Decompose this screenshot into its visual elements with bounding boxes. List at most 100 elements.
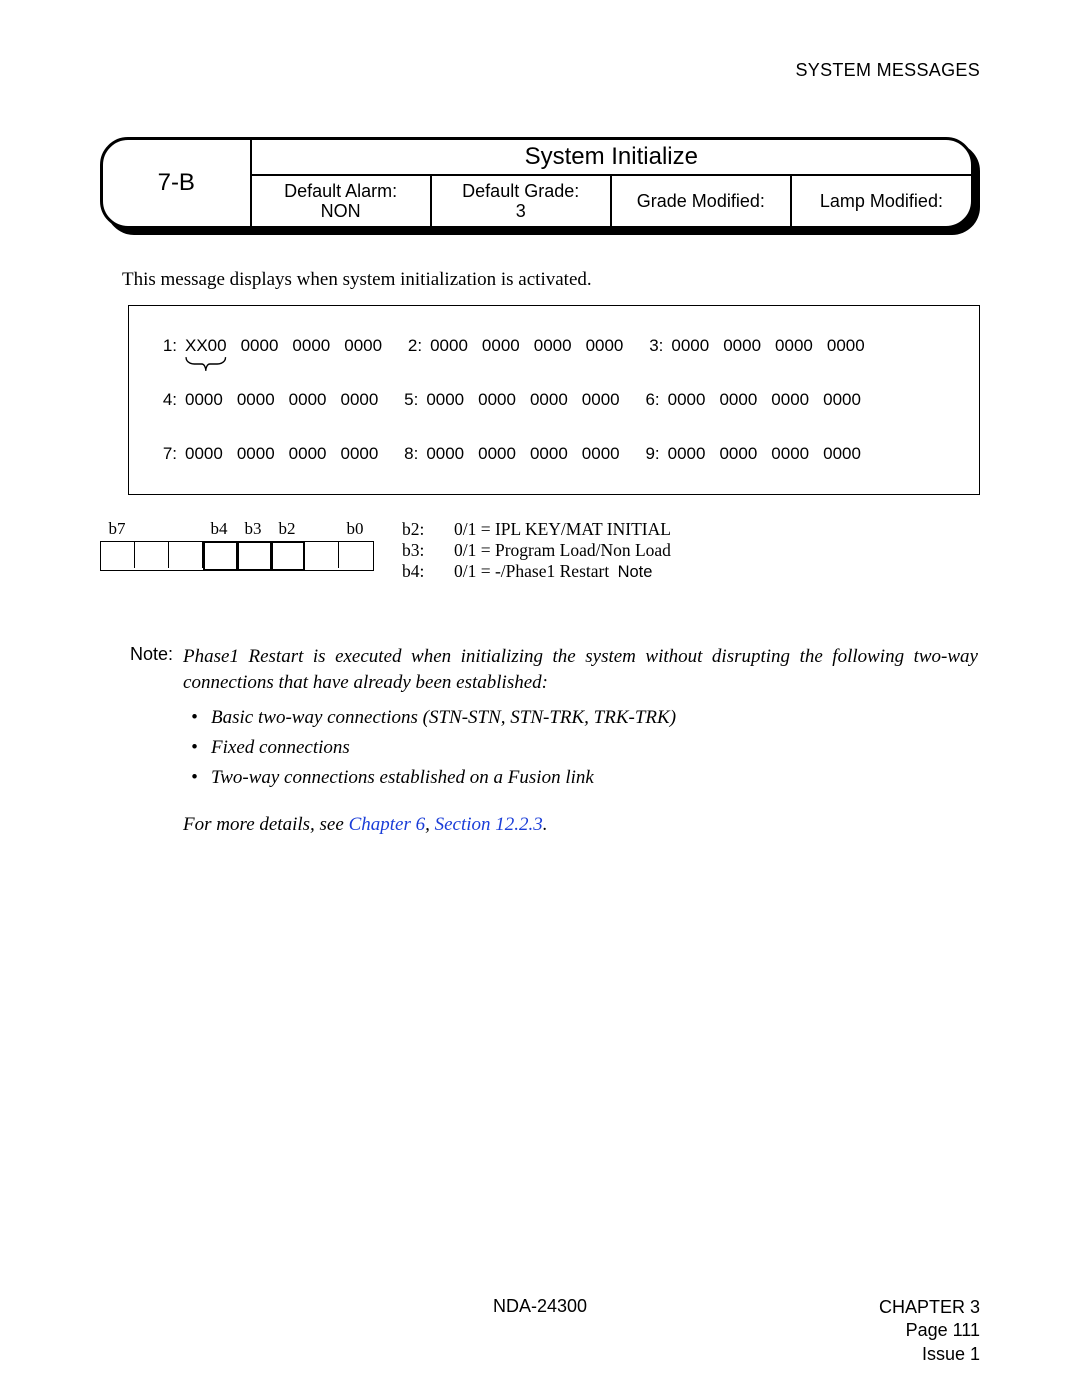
dump-group: 4: 0000 0000 0000 0000 [151,390,392,410]
note-bullets: Basic two-way connections (STN-STN, STN-… [183,705,978,790]
dump-word: 0000 [478,390,516,410]
dump-word: 0000 [185,390,223,410]
note-bullet: Fixed connections [211,735,978,761]
bit-label: b7 [100,519,134,539]
dump-word: 0000 [582,444,620,464]
bit-desc-value-text: 0/1 = -/Phase1 Restart [454,561,609,581]
data-dump: 1: XX00 0000 0000 0000 2: 0000 0000 000 [128,305,980,495]
dump-word: 0000 [426,444,464,464]
bit-cell [305,542,339,568]
note-tag: Note: [100,644,173,838]
dump-word: 0000 [827,336,865,356]
link-chapter[interactable]: Chapter 6 [349,814,426,835]
footer-right: CHAPTER 3 Page 111 Issue 1 [879,1296,980,1366]
bit-label [304,519,338,539]
bit-cell [101,542,135,568]
dump-word: 0000 [241,336,279,356]
seealso-sep: , [425,814,435,835]
dump-word: 0000 [344,336,382,356]
dump-index: 6: [634,390,660,410]
dump-row: 4: 0000 0000 0000 0000 5: 0000 0000 0000… [151,390,957,410]
seealso-pre: For more details, see [183,814,349,835]
bit-label: b0 [338,519,372,539]
card-cell-grade-modified: Grade Modified: [611,175,791,226]
card-face: 7-B System Initialize Default Alarm: NON… [100,137,974,229]
footer-issue: Issue 1 [879,1343,980,1366]
dump-word: 0000 [237,444,275,464]
dump-group: 9: 0000 0000 0000 0000 [634,444,875,464]
link-section[interactable]: Section 12.2.3 [435,814,543,835]
dump-word: 0000 [530,390,568,410]
message-title: System Initialize [251,140,971,175]
dump-group: 8: 0000 0000 0000 0000 [392,444,633,464]
bit-cell [339,542,373,568]
dump-word: 0000 [823,444,861,464]
bit-cell-emph [271,541,305,571]
bit-desc-note-ref: Note [618,563,653,581]
dump-word: 0000 [530,444,568,464]
dump-word: 0000 [340,444,378,464]
dump-word: 0000 [534,336,572,356]
dump-index: 8: [392,444,418,464]
dump-group: 1: XX00 0000 0000 0000 [151,336,396,356]
page: SYSTEM MESSAGES 7-B System Initialize De… [0,0,1080,1397]
dump-word: 0000 [289,444,327,464]
dump-index: 3: [637,336,663,356]
bit-descriptions: b2: 0/1 = IPL KEY/MAT INITIAL b3: 0/1 = … [402,519,671,582]
bit-desc-key: b2: [402,519,436,540]
dump-index: 1: [151,336,177,356]
note-body: Phase1 Restart is executed when initiali… [183,644,980,838]
bit-desc-value: 0/1 = IPL KEY/MAT INITIAL [454,519,671,540]
dump-word: 0000 [237,390,275,410]
bit-desc-key: b4: [402,561,436,582]
dump-word: 0000 [823,390,861,410]
dump-row: 1: XX00 0000 0000 0000 2: 0000 0000 000 [151,336,957,356]
card-cell-label: Grade Modified: [637,191,765,211]
dump-word: 0000 [723,336,761,356]
bit-cell [135,542,169,568]
dump-word: 0000 [586,336,624,356]
dump-index: 7: [151,444,177,464]
dump-index: 2: [396,336,422,356]
dump-word: 0000 [775,336,813,356]
card-cell-label: Default Grade: [462,181,579,201]
dump-word: 0000 [430,336,468,356]
intro-text: This message displays when system initia… [122,269,980,291]
bit-desc-line: b4: 0/1 = -/Phase1 Restart Note [402,561,671,582]
message-card: 7-B System Initialize Default Alarm: NON… [100,137,980,235]
seealso-post: . [543,814,548,835]
bit-desc-key: b3: [402,540,436,561]
card-cell-lamp-modified: Lamp Modified: [791,175,971,226]
bit-box [100,541,374,571]
bit-desc-value: 0/1 = -/Phase1 Restart Note [454,561,652,582]
dump-group: 7: 0000 0000 0000 0000 [151,444,392,464]
bit-labels: b7 b4 b3 b2 b0 [100,519,374,539]
card-cell-value: NON [321,201,361,221]
dump-word: 0000 [289,390,327,410]
bit-cell [169,542,203,568]
footer-chapter: CHAPTER 3 [879,1296,980,1319]
bit-desc-value: 0/1 = Program Load/Non Load [454,540,671,561]
dump-index: 4: [151,390,177,410]
bit-label: b2 [270,519,304,539]
note-seealso: For more details, see Chapter 6, Section… [183,812,978,838]
bit-label: b4 [202,519,236,539]
message-code: 7-B [103,140,251,226]
dump-word: 0000 [292,336,330,356]
brace-icon [185,356,227,372]
dump-word: 0000 [340,390,378,410]
bit-label [168,519,202,539]
dump-word: 0000 [482,336,520,356]
card-table: 7-B System Initialize Default Alarm: NON… [103,140,971,226]
card-cell-value: 3 [516,201,526,221]
bit-diagram: b7 b4 b3 b2 b0 [100,519,374,571]
dump-word: 0000 [668,444,706,464]
footer-page: Page 111 [879,1319,980,1342]
dump-word: 0000 [671,336,709,356]
card-cell-default-grade: Default Grade: 3 [431,175,611,226]
bit-desc-line: b2: 0/1 = IPL KEY/MAT INITIAL [402,519,671,540]
dump-word: 0000 [719,444,757,464]
note-bullet: Basic two-way connections (STN-STN, STN-… [211,705,978,731]
footer-doc: NDA-24300 [100,1296,980,1317]
dump-word: 0000 [478,444,516,464]
